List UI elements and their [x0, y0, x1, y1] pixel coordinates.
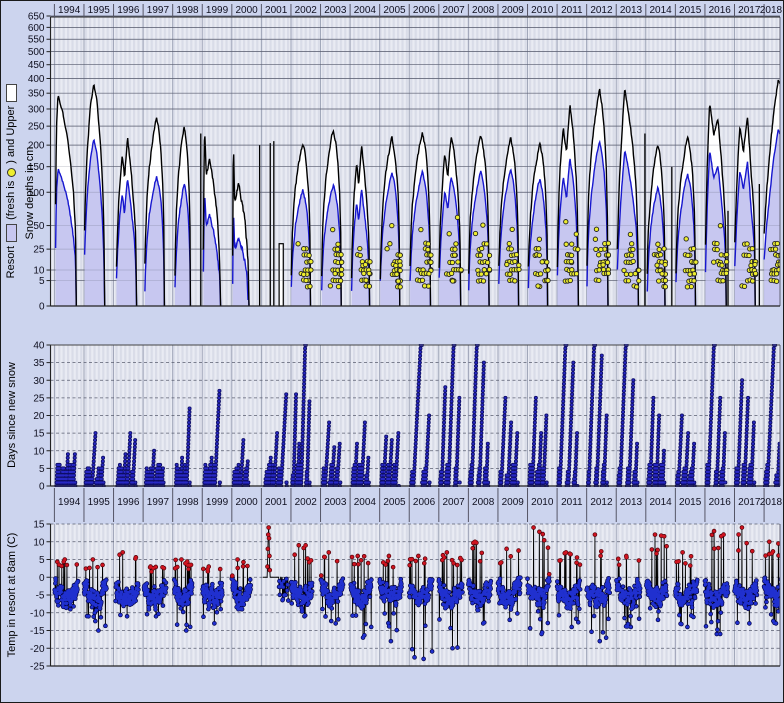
svg-text:1994: 1994 — [58, 5, 81, 16]
svg-text:5: 5 — [39, 276, 45, 287]
svg-text:15: 15 — [33, 429, 45, 440]
upper-swatch-icon — [6, 84, 17, 102]
svg-text:20: 20 — [33, 411, 45, 422]
svg-text:25: 25 — [33, 393, 45, 404]
tick-labels: 0510255010015020025030035040045050055060… — [28, 12, 51, 673]
top-y-title-fresh: (fresh is — [5, 181, 17, 220]
svg-text:1995: 1995 — [88, 497, 111, 508]
svg-text:2016: 2016 — [709, 497, 732, 508]
svg-text:2009: 2009 — [502, 5, 525, 16]
svg-text:2003: 2003 — [324, 5, 347, 16]
svg-text:2012: 2012 — [590, 5, 613, 16]
top-y-title-upper: ) and Upper — [5, 106, 17, 164]
resort-swatch-icon — [6, 224, 17, 242]
svg-text:2002: 2002 — [295, 497, 318, 508]
svg-text:2008: 2008 — [472, 5, 495, 16]
svg-text:350: 350 — [28, 89, 45, 100]
svg-text:2008: 2008 — [472, 497, 495, 508]
svg-text:2007: 2007 — [442, 497, 465, 508]
svg-text:1996: 1996 — [117, 497, 140, 508]
svg-text:650: 650 — [28, 12, 45, 23]
svg-text:35: 35 — [33, 358, 45, 369]
svg-text:2014: 2014 — [649, 497, 672, 508]
svg-text:40: 40 — [33, 341, 45, 352]
svg-text:0: 0 — [39, 573, 45, 584]
svg-text:300: 300 — [28, 104, 45, 115]
middle-y-axis-title: Days since new snow — [4, 342, 20, 488]
svg-text:2011: 2011 — [561, 497, 583, 508]
chart-canvas: 0510255010015020025030035040045050055060… — [1, 1, 784, 703]
svg-text:-25: -25 — [30, 662, 45, 673]
svg-text:2010: 2010 — [531, 5, 554, 16]
svg-text:2010: 2010 — [531, 497, 554, 508]
svg-text:1994: 1994 — [58, 497, 81, 508]
svg-text:2000: 2000 — [235, 5, 258, 16]
svg-text:1998: 1998 — [176, 497, 199, 508]
svg-text:1995: 1995 — [88, 5, 111, 16]
svg-text:2013: 2013 — [620, 497, 643, 508]
svg-text:2005: 2005 — [383, 497, 406, 508]
svg-text:2013: 2013 — [620, 5, 643, 16]
svg-text:1998: 1998 — [176, 5, 199, 16]
svg-text:10: 10 — [33, 266, 45, 277]
svg-text:5: 5 — [39, 464, 45, 475]
svg-text:10: 10 — [33, 537, 45, 548]
svg-text:1996: 1996 — [117, 5, 140, 16]
svg-text:5: 5 — [39, 555, 45, 566]
svg-text:15: 15 — [33, 520, 45, 531]
svg-text:2018: 2018 — [760, 5, 783, 16]
svg-text:2017: 2017 — [738, 5, 761, 16]
svg-text:-20: -20 — [30, 644, 45, 655]
svg-text:2006: 2006 — [413, 5, 436, 16]
svg-text:2017: 2017 — [738, 497, 761, 508]
svg-text:10: 10 — [33, 446, 45, 457]
svg-text:2000: 2000 — [235, 497, 258, 508]
svg-text:2003: 2003 — [324, 497, 347, 508]
svg-text:2005: 2005 — [383, 5, 406, 16]
svg-text:2018: 2018 — [760, 497, 783, 508]
svg-text:2012: 2012 — [590, 497, 613, 508]
svg-text:550: 550 — [28, 35, 45, 46]
top-y-title-resort: Resort — [5, 246, 17, 278]
svg-text:2014: 2014 — [649, 5, 672, 16]
top-y-axis-title-line1: Resort (fresh is ) and Upper — [3, 56, 19, 306]
svg-text:30: 30 — [33, 376, 45, 387]
svg-text:2009: 2009 — [502, 497, 525, 508]
svg-text:500: 500 — [28, 47, 45, 58]
svg-text:600: 600 — [28, 23, 45, 34]
svg-text:2015: 2015 — [679, 497, 702, 508]
svg-text:1999: 1999 — [206, 5, 229, 16]
svg-text:2004: 2004 — [354, 5, 377, 16]
svg-text:2006: 2006 — [413, 497, 436, 508]
svg-text:2016: 2016 — [709, 5, 732, 16]
bottom-y-axis-title: Temp in resort at 8am (C) — [4, 507, 20, 683]
top-y-axis-title-line2: Snow depths in cm — [22, 131, 38, 255]
panel-backgrounds — [51, 17, 781, 666]
svg-text:2011: 2011 — [561, 5, 583, 16]
svg-text:-10: -10 — [30, 608, 45, 619]
svg-text:450: 450 — [28, 60, 45, 71]
svg-text:2001: 2001 — [265, 5, 288, 16]
svg-text:-15: -15 — [30, 626, 45, 637]
svg-text:1997: 1997 — [147, 5, 170, 16]
svg-text:-5: -5 — [36, 591, 45, 602]
svg-text:400: 400 — [28, 74, 45, 85]
svg-text:2015: 2015 — [679, 5, 702, 16]
svg-text:2001: 2001 — [265, 497, 288, 508]
snow-history-figure: 0510255010015020025030035040045050055060… — [0, 0, 784, 703]
svg-text:1999: 1999 — [206, 497, 229, 508]
svg-text:2002: 2002 — [295, 5, 318, 16]
svg-text:2007: 2007 — [442, 5, 465, 16]
svg-text:0: 0 — [39, 302, 45, 313]
svg-text:2004: 2004 — [354, 497, 377, 508]
svg-text:0: 0 — [39, 482, 45, 493]
fresh-dot-icon — [7, 168, 16, 177]
svg-text:1997: 1997 — [147, 497, 170, 508]
